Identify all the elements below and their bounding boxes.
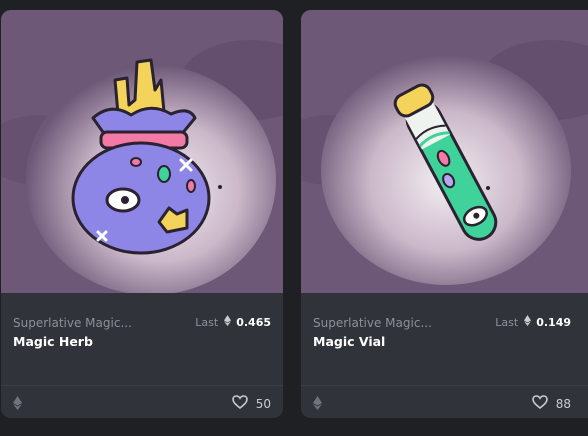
collection-name[interactable]: Superlative Magic... bbox=[13, 316, 132, 330]
nft-name[interactable]: Magic Vial bbox=[313, 334, 385, 349]
like-button[interactable]: 50 bbox=[231, 395, 271, 412]
like-count: 88 bbox=[555, 396, 571, 411]
price-value: 0.149 bbox=[536, 315, 571, 329]
magic-vial-illustration bbox=[301, 10, 588, 293]
ethereum-icon bbox=[13, 395, 22, 414]
magic-herb-illustration bbox=[1, 10, 283, 293]
nft-card-grid: Superlative Magic... Magic Herb Last 0.4… bbox=[0, 0, 588, 436]
nft-name[interactable]: Magic Herb bbox=[13, 334, 93, 349]
card-footer: 88 bbox=[301, 385, 588, 418]
collection-name[interactable]: Superlative Magic... bbox=[313, 316, 432, 330]
price-label: Last bbox=[195, 315, 219, 329]
nft-card[interactable]: Superlative Magic... Magic Herb Last 0.4… bbox=[1, 10, 283, 418]
nft-image[interactable] bbox=[1, 10, 283, 293]
like-button[interactable]: 88 bbox=[531, 395, 571, 412]
heart-icon bbox=[231, 395, 248, 412]
ethereum-icon bbox=[524, 315, 532, 329]
like-count: 50 bbox=[255, 396, 271, 411]
nft-image[interactable] bbox=[301, 10, 588, 293]
heart-icon bbox=[531, 395, 548, 412]
ethereum-icon bbox=[224, 315, 232, 329]
last-price: Last 0.465 bbox=[195, 315, 271, 329]
ethereum-icon bbox=[313, 395, 322, 414]
price-label: Last bbox=[495, 315, 519, 329]
nft-info: Superlative Magic... Magic Vial Last 0.1… bbox=[301, 293, 588, 385]
nft-info: Superlative Magic... Magic Herb Last 0.4… bbox=[1, 293, 283, 385]
last-price: Last 0.149 bbox=[495, 315, 571, 329]
nft-card[interactable]: Superlative Magic... Magic Vial Last 0.1… bbox=[301, 10, 588, 418]
card-footer: 50 bbox=[1, 385, 283, 418]
price-value: 0.465 bbox=[236, 315, 271, 329]
